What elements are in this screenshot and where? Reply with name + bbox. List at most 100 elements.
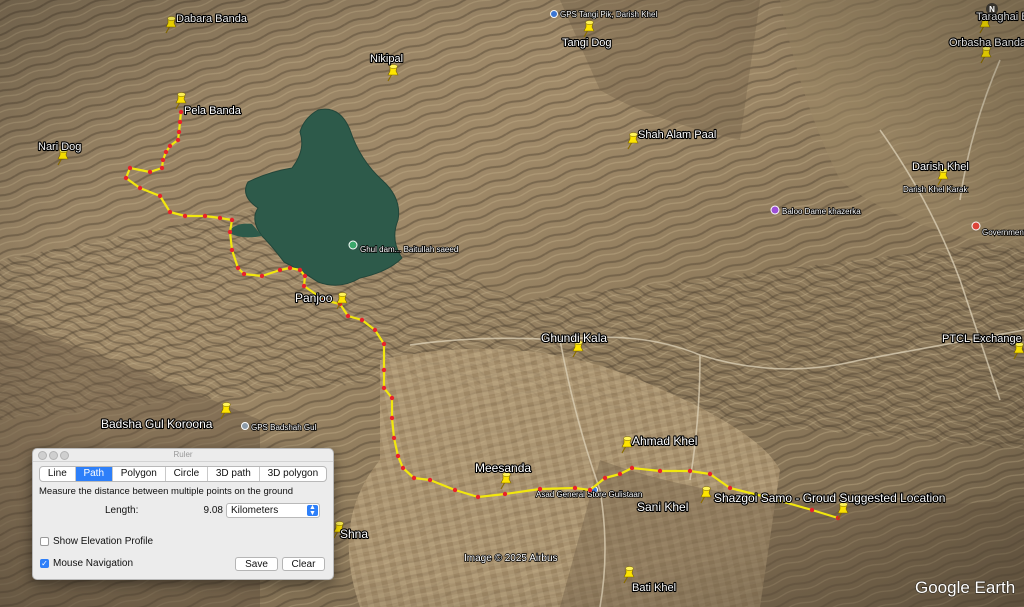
svg-text:Ghundi Kala: Ghundi Kala [541, 331, 607, 345]
svg-text:Dabara Banda: Dabara Banda [176, 13, 248, 25]
svg-text:Darish Khel Karak: Darish Khel Karak [903, 185, 968, 194]
ruler-title: Ruler [173, 450, 193, 459]
path-vertex[interactable] [202, 213, 208, 219]
ruler-description: Measure the distance between multiple po… [39, 486, 294, 497]
svg-text:Tangi Dog: Tangi Dog [562, 37, 612, 49]
path-vertex[interactable] [372, 327, 378, 333]
path-vertex[interactable] [345, 313, 351, 319]
path-vertex[interactable] [381, 367, 387, 373]
svg-text:Pela Banda: Pela Banda [184, 105, 242, 117]
path-vertex[interactable] [176, 129, 182, 135]
svg-text:Taraghai B: Taraghai B [976, 11, 1024, 23]
path-vertex[interactable] [602, 475, 608, 481]
tab-line[interactable]: Line [40, 467, 76, 481]
path-vertex[interactable] [629, 465, 635, 471]
path-vertex[interactable] [287, 265, 293, 271]
path-vertex[interactable] [302, 273, 308, 279]
svg-text:GPS Badshah Gul: GPS Badshah Gul [251, 423, 317, 432]
svg-text:PTCL Exchange: PTCL Exchange [942, 333, 1022, 345]
svg-text:GPS Tangi Pik, Darish Khel: GPS Tangi Pik, Darish Khel [560, 10, 657, 19]
path-vertex[interactable] [241, 271, 247, 277]
path-vertex[interactable] [217, 215, 223, 221]
path-vertex[interactable] [163, 149, 169, 155]
save-button[interactable]: Save [235, 557, 278, 571]
path-vertex[interactable] [395, 453, 401, 459]
length-value: 9.08 [203, 505, 223, 516]
path-vertex[interactable] [227, 229, 233, 235]
path-vertex[interactable] [389, 415, 395, 421]
path-vertex[interactable] [617, 471, 623, 477]
path-vertex[interactable] [359, 317, 365, 323]
path-vertex[interactable] [123, 175, 129, 181]
path-vertex[interactable] [707, 471, 713, 477]
path-vertex[interactable] [159, 165, 165, 171]
elevation-profile-checkbox[interactable]: Show Elevation Profile [40, 536, 153, 547]
poi-gps-tangi[interactable]: GPS Tangi Pik, Darish Khel [550, 9, 658, 20]
svg-text:Shah Alam Paal: Shah Alam Paal [638, 129, 716, 141]
path-vertex[interactable] [657, 468, 663, 474]
path-vertex[interactable] [147, 169, 153, 175]
path-vertex[interactable] [178, 109, 184, 115]
path-vertex[interactable] [259, 273, 265, 279]
ruler-tabs: Line Path Polygon Circle 3D path 3D poly… [39, 466, 327, 482]
path-vertex[interactable] [127, 165, 133, 171]
path-vertex[interactable] [587, 487, 593, 493]
path-vertex[interactable] [297, 267, 303, 273]
path-vertex[interactable] [235, 265, 241, 271]
path-vertex[interactable] [229, 247, 235, 253]
path-vertex[interactable] [167, 209, 173, 215]
svg-text:Panjoo: Panjoo [295, 291, 333, 305]
ruler-window[interactable]: Ruler Line Path Polygon Circle 3D path 3… [32, 448, 334, 580]
path-vertex[interactable] [400, 465, 406, 471]
path-vertex[interactable] [182, 213, 188, 219]
poi-gps-badshah-gul[interactable]: GPS Badshah Gul [241, 422, 317, 433]
path-vertex[interactable] [177, 119, 183, 125]
path-vertex[interactable] [137, 185, 143, 191]
path-vertex[interactable] [391, 435, 397, 441]
tab-circle[interactable]: Circle [166, 467, 208, 481]
path-vertex[interactable] [157, 193, 163, 199]
tab-3d-polygon[interactable]: 3D polygon [260, 467, 326, 481]
path-vertex[interactable] [381, 385, 387, 391]
svg-text:Darish Khel: Darish Khel [912, 161, 969, 173]
tab-3d-path[interactable]: 3D path [208, 467, 260, 481]
path-vertex[interactable] [809, 507, 815, 513]
clear-button[interactable]: Clear [282, 557, 325, 571]
path-vertex[interactable] [452, 487, 458, 493]
path-vertex[interactable] [687, 468, 693, 474]
svg-text:Nikipal: Nikipal [370, 53, 403, 65]
path-vertex[interactable] [167, 143, 173, 149]
mouse-navigation-label: Mouse Navigation [53, 558, 134, 569]
path-vertex[interactable] [301, 283, 307, 289]
tab-polygon[interactable]: Polygon [113, 467, 166, 481]
path-vertex[interactable] [475, 494, 481, 500]
elevation-checkbox-box[interactable] [40, 537, 49, 546]
path-vertex[interactable] [502, 491, 508, 497]
imagery-attribution: Image © 2025 Airbus [464, 553, 558, 564]
svg-text:Bati Khel: Bati Khel [632, 582, 676, 594]
mouse-navigation-check-icon[interactable]: ✓ [40, 559, 49, 568]
unit-select[interactable]: Kilometers ▲ ▼ [226, 503, 320, 518]
svg-text:N: N [989, 5, 995, 14]
svg-text:Orbasha Banda: Orbasha Banda [949, 37, 1024, 49]
poi-darish-khel-karak[interactable]: Darish Khel Karak [902, 184, 969, 195]
svg-text:Shna: Shna [340, 527, 368, 541]
path-vertex[interactable] [389, 395, 395, 401]
path-vertex[interactable] [411, 475, 417, 481]
tab-path[interactable]: Path [75, 467, 113, 481]
path-vertex[interactable] [160, 157, 166, 163]
path-vertex[interactable] [572, 485, 578, 491]
path-vertex[interactable] [727, 485, 733, 491]
ruler-titlebar[interactable]: Ruler [33, 449, 333, 462]
path-vertex[interactable] [381, 341, 387, 347]
path-vertex[interactable] [175, 137, 181, 143]
elevation-checkbox-label: Show Elevation Profile [53, 536, 154, 547]
compass-icon[interactable]: N [986, 3, 998, 15]
path-vertex[interactable] [537, 486, 543, 492]
path-vertex[interactable] [277, 267, 283, 273]
path-vertex[interactable] [427, 477, 433, 483]
poi-baloo-dame[interactable]: Baloo Dame khazerka [770, 205, 862, 217]
mouse-navigation-checkbox[interactable]: ✓ Mouse Navigation [40, 558, 133, 569]
svg-text:Ahmad Khel: Ahmad Khel [632, 434, 697, 448]
path-vertex[interactable] [229, 217, 235, 223]
